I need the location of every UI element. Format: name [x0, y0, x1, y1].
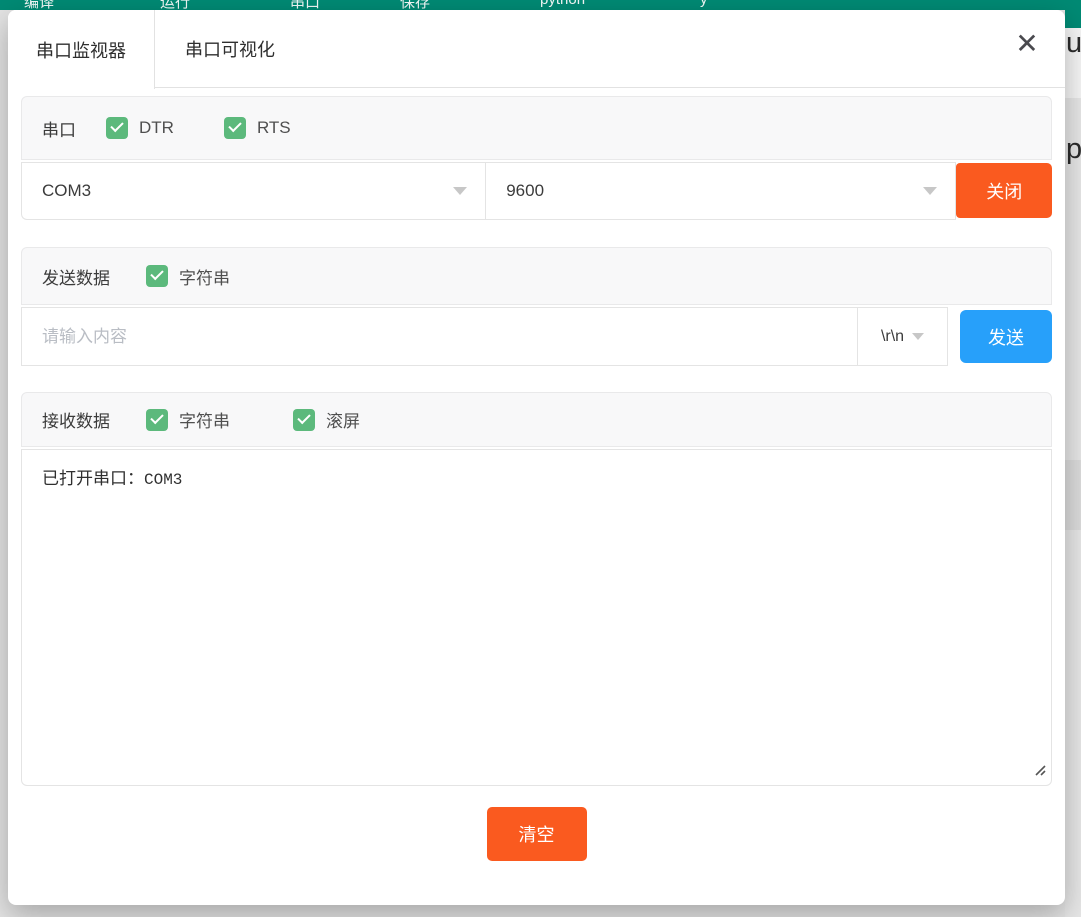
receive-string-checkbox[interactable] [146, 409, 168, 431]
serial-section-header: 串口 DTR RTS [21, 96, 1052, 160]
send-input-box: \r\n [21, 307, 948, 366]
toolbar-fragment: y [700, 0, 708, 8]
send-row: \r\n 发送 [21, 307, 1052, 366]
serial-section-title: 串口 [42, 116, 76, 141]
scroll-checkbox[interactable] [293, 409, 315, 431]
receive-output-prefix: 已打开串口： [42, 469, 144, 488]
serial-monitor-dialog: 串口监视器 串口可视化 ✕ 串口 DTR RTS COM3 9600 [8, 10, 1065, 905]
background-teal-bar [1065, 0, 1081, 28]
rts-label: RTS [257, 118, 291, 138]
chevron-down-icon [923, 187, 937, 195]
clear-button-row: 清空 [21, 807, 1052, 861]
receive-section-header: 接收数据 字符串 滚屏 [21, 392, 1052, 447]
receive-string-checkbox-group: 字符串 [146, 407, 230, 432]
tab-serial-monitor[interactable]: 串口监视器 [8, 10, 155, 89]
dialog-body: 串口 DTR RTS COM3 9600 关闭 发送数据 [8, 88, 1065, 861]
app-toolbar-clipped: 编译 运行 串口 保存 python y [0, 0, 1081, 10]
rts-checkbox[interactable] [224, 117, 246, 139]
send-section-header: 发送数据 字符串 [21, 247, 1052, 305]
port-select-value: COM3 [42, 181, 91, 201]
send-input[interactable] [22, 308, 857, 365]
dialog-tabbar: 串口监视器 串口可视化 ✕ [8, 10, 1065, 88]
scroll-checkbox-group: 滚屏 [293, 407, 360, 432]
background-text-fragment: u [1066, 27, 1081, 60]
background-page-strip: u p [1065, 0, 1081, 917]
chevron-down-icon [453, 187, 467, 195]
receive-section-title: 接收数据 [42, 407, 110, 432]
send-string-label: 字符串 [179, 264, 230, 289]
port-select[interactable]: COM3 [21, 162, 485, 220]
send-string-checkbox-group: 字符串 [146, 264, 230, 289]
toolbar-fragment: 串口 [290, 0, 320, 10]
background-text-fragment: p [1066, 133, 1081, 166]
dtr-checkbox-group: DTR [106, 117, 174, 139]
receive-output-area[interactable]: 已打开串口：COM3 [21, 449, 1052, 786]
background-dim-block [1065, 460, 1081, 530]
receive-output-value: COM3 [144, 471, 182, 489]
send-section-title: 发送数据 [42, 264, 110, 289]
receive-string-label: 字符串 [179, 407, 230, 432]
rts-checkbox-group: RTS [224, 117, 291, 139]
baud-select-value: 9600 [506, 181, 544, 201]
clear-button[interactable]: 清空 [487, 807, 587, 861]
toolbar-fragment: 运行 [160, 0, 190, 10]
toolbar-fragment: 保存 [400, 0, 430, 10]
dtr-label: DTR [139, 118, 174, 138]
line-ending-select[interactable]: \r\n [857, 308, 947, 365]
tab-serial-visualization[interactable]: 串口可视化 [155, 10, 333, 87]
close-icon[interactable]: ✕ [1009, 26, 1045, 62]
dtr-checkbox[interactable] [106, 117, 128, 139]
scroll-label: 滚屏 [326, 407, 360, 432]
toolbar-fragment: 编译 [24, 0, 54, 10]
send-button[interactable]: 发送 [960, 310, 1052, 363]
baud-select[interactable]: 9600 [485, 162, 956, 220]
resize-handle-icon[interactable] [1033, 763, 1046, 781]
toolbar-fragment: python [540, 0, 585, 8]
port-config-row: COM3 9600 关闭 [21, 162, 1052, 220]
line-ending-value: \r\n [881, 328, 904, 346]
chevron-down-icon [912, 333, 924, 340]
port-close-button[interactable]: 关闭 [956, 163, 1052, 218]
send-string-checkbox[interactable] [146, 265, 168, 287]
